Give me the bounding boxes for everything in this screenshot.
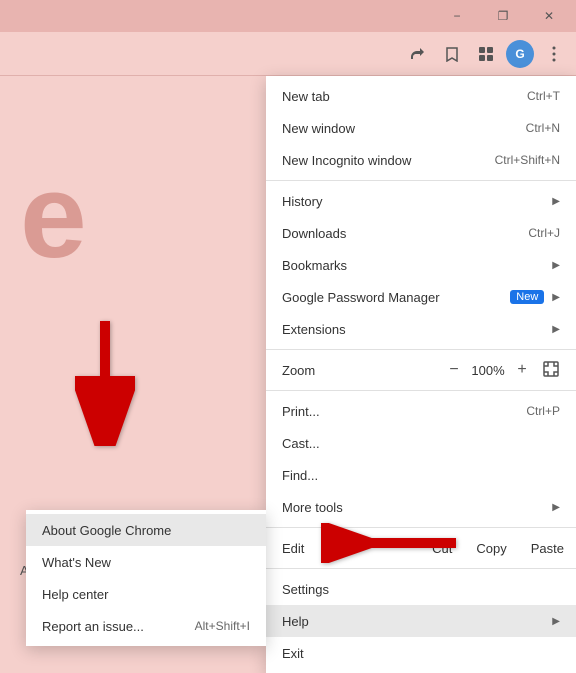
main-dropdown-menu: New tab Ctrl+T New window Ctrl+N New Inc… xyxy=(266,76,576,673)
menu-item-history[interactable]: History ▶ xyxy=(266,185,576,217)
zoom-value: 100% xyxy=(466,363,510,378)
submenu-item-about[interactable]: About Google Chrome xyxy=(26,514,266,546)
menu-item-more-tools[interactable]: More tools ▶ xyxy=(266,491,576,523)
menu-item-print[interactable]: Print... Ctrl+P xyxy=(266,395,576,427)
brand-letter: e xyxy=(20,156,87,276)
menu-item-new-window[interactable]: New window Ctrl+N xyxy=(266,112,576,144)
menu-item-bookmarks[interactable]: Bookmarks ▶ xyxy=(266,249,576,281)
title-bar: − ❐ ✕ xyxy=(0,0,576,32)
new-badge: New xyxy=(510,290,544,304)
menu-item-cast[interactable]: Cast... xyxy=(266,427,576,459)
close-button[interactable]: ✕ xyxy=(526,0,572,32)
red-arrow-left xyxy=(321,523,461,563)
extensions-icon[interactable] xyxy=(472,40,500,68)
browser-toolbar: G xyxy=(0,32,576,76)
menu-item-settings[interactable]: Settings xyxy=(266,573,576,605)
main-content: e Add shortcut New tab Ctrl+T New w xyxy=(0,76,576,608)
zoom-row: Zoom − 100% + xyxy=(266,354,576,386)
restore-button[interactable]: ❐ xyxy=(480,0,526,32)
menu-item-help[interactable]: Help ▶ xyxy=(266,605,576,637)
separator-3 xyxy=(266,390,576,391)
menu-icon[interactable] xyxy=(540,40,568,68)
zoom-plus-button[interactable]: + xyxy=(510,358,534,382)
share-icon[interactable] xyxy=(404,40,432,68)
menu-item-new-tab[interactable]: New tab Ctrl+T xyxy=(266,80,576,112)
bookmark-icon[interactable] xyxy=(438,40,466,68)
menu-item-extensions[interactable]: Extensions ▶ xyxy=(266,313,576,345)
submenu-item-help-center[interactable]: Help center xyxy=(26,578,266,610)
copy-button[interactable]: Copy xyxy=(464,537,518,560)
zoom-minus-button[interactable]: − xyxy=(442,358,466,382)
minimize-button[interactable]: − xyxy=(434,0,480,32)
red-arrow-down xyxy=(75,316,135,446)
menu-item-exit[interactable]: Exit xyxy=(266,637,576,669)
submenu-item-report-issue[interactable]: Report an issue... Alt+Shift+I xyxy=(26,610,266,642)
menu-item-downloads[interactable]: Downloads Ctrl+J xyxy=(266,217,576,249)
submenu-item-whats-new[interactable]: What's New xyxy=(26,546,266,578)
profile-icon[interactable]: G xyxy=(506,40,534,68)
separator-5 xyxy=(266,568,576,569)
separator-2 xyxy=(266,349,576,350)
separator-1 xyxy=(266,180,576,181)
menu-item-new-incognito[interactable]: New Incognito window Ctrl+Shift+N xyxy=(266,144,576,176)
menu-item-password-manager[interactable]: Google Password Manager New ▶ xyxy=(266,281,576,313)
zoom-fullscreen-button[interactable] xyxy=(542,360,560,381)
menu-item-find[interactable]: Find... xyxy=(266,459,576,491)
help-submenu: About Google Chrome What's New Help cent… xyxy=(26,510,266,646)
paste-button[interactable]: Paste xyxy=(519,537,576,560)
